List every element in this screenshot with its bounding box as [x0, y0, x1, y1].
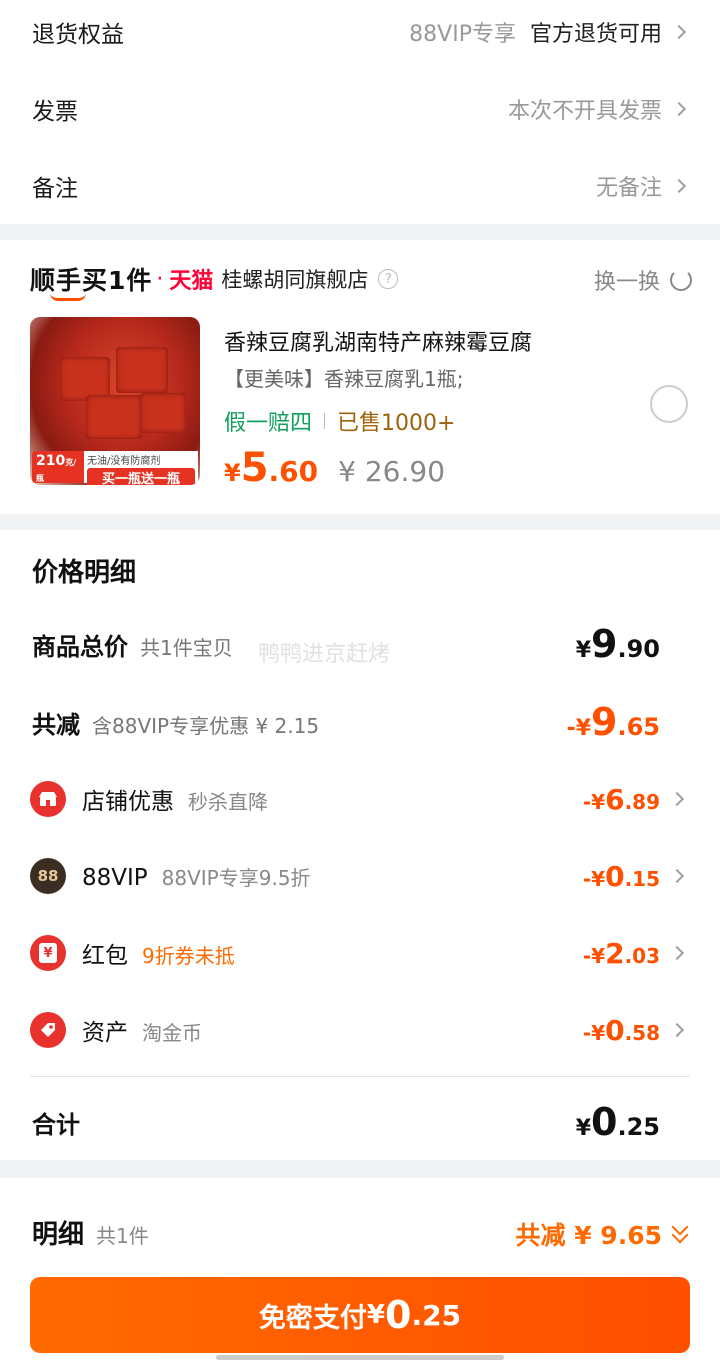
return-rights-row[interactable]: 退货权益 88VIP专享 官方退货可用 [0, 4, 720, 60]
price-detail-title: 价格明细 [32, 558, 137, 588]
price-detail-card: 价格明细 商品总价 共1件宝贝 ¥9.90 鸭鸭进京赶烤 共减 含88VIP专享优惠… [0, 530, 720, 1160]
total-discount-value: -¥ 9.65 [566, 700, 660, 744]
red-packet-label: 红包 [82, 943, 128, 969]
refresh-icon [670, 269, 692, 291]
footer-detail-title[interactable]: 明细 共1件 [32, 1214, 149, 1251]
vip-discount-row[interactable]: 88 88VIP 88VIP专享9.5折 -¥ 0.15 [0, 846, 720, 906]
swap-button[interactable]: 换一换 [594, 264, 692, 296]
invoice-value: 本次不开具发票 [507, 99, 662, 124]
chevron-right-icon [671, 24, 687, 40]
assets-row[interactable]: 资产 淘金币 -¥ 0.58 [0, 1000, 720, 1060]
note-value: 无备注 [595, 176, 662, 201]
addon-header: 顺手买1件 · 天猫 桂螺胡同旗舰店 ? [30, 260, 399, 301]
chevron-right-icon [669, 868, 685, 884]
invoice-label: 发票 [32, 99, 78, 125]
sold-count: 已售1000+ [337, 411, 456, 436]
divider [30, 1076, 690, 1077]
store-name[interactable]: 桂螺胡同旗舰店 [221, 264, 368, 294]
product-sku: 【更美味】香辣豆腐乳1瓶; [224, 367, 464, 391]
product-image[interactable]: 210克/瓶 无油/没有防腐剂 买一瓶送一瓶 [30, 317, 200, 485]
vip-discount-sub: 88VIP专享9.5折 [161, 865, 311, 890]
addon-card: 顺手买1件 · 天猫 桂螺胡同旗舰店 ? 换一换 210克/瓶 无油/没有防腐剂… [0, 240, 720, 514]
footer-savings-text: 共减 ¥ 9.65 [515, 1221, 663, 1250]
double-chevron-down-icon [671, 1218, 690, 1245]
note-label: 备注 [32, 176, 78, 202]
product-title[interactable]: 香辣豆腐乳湖南特产麻辣霉豆腐 [224, 325, 532, 357]
vip-discount-label: 88VIP [82, 864, 148, 891]
sum-row: 合计 ¥0.25 [0, 1092, 720, 1152]
red-packet-row[interactable]: ¥ 红包 9折券未抵 -¥ 2.03 [0, 923, 720, 983]
total-discount-row: 共减 含88VIP专享优惠 ¥ 2.15 -¥ 9.65 [0, 692, 720, 752]
red-packet-value: -¥ 2.03 [582, 936, 660, 970]
store-discount-value: -¥ 6.89 [582, 782, 660, 816]
assets-sub: 淘金币 [142, 1021, 202, 1045]
tmall-logo: 天猫 [169, 269, 214, 294]
sum-value: ¥0.25 [575, 1100, 660, 1144]
chevron-right-icon [669, 791, 685, 807]
vip-88-icon: 88 [30, 858, 66, 894]
chevron-right-icon [671, 178, 687, 194]
return-value: 官方退货可用 [529, 22, 662, 47]
note-row[interactable]: 备注 无备注 [0, 158, 720, 214]
vip-exclusive-text: 88VIP专享 [409, 22, 516, 47]
footer-savings-toggle[interactable]: 共减 ¥ 9.65 [516, 1216, 691, 1252]
store-discount-row[interactable]: 店铺优惠 秒杀直降 -¥ 6.89 [0, 769, 720, 829]
store-discount-sub: 秒杀直降 [188, 790, 268, 814]
product-price: ¥ 5 .60 ¥ 26.90 [224, 445, 446, 491]
swap-label: 换一换 [593, 270, 660, 295]
return-rights-label: 退货权益 [32, 22, 124, 48]
assets-value: -¥ 0.58 [582, 1013, 660, 1047]
dot-separator: · [156, 266, 164, 292]
chevron-right-icon [669, 1022, 685, 1038]
product-promo-badge: 210克/瓶 无油/没有防腐剂 买一瓶送一瓶 [32, 451, 198, 485]
store-icon [30, 781, 66, 817]
addon-brand: 顺手买1件 [30, 261, 152, 301]
invoice-row[interactable]: 发票 本次不开具发票 [0, 81, 720, 137]
coin-tag-icon [30, 1012, 66, 1048]
service-card: 退货权益 88VIP专享 官方退货可用 发票 本次不开具发票 备注 无备注 [0, 0, 720, 224]
original-price: ¥ 26.90 [338, 455, 446, 488]
addon-select-radio[interactable] [650, 385, 688, 423]
store-discount-label: 店铺优惠 [82, 789, 174, 815]
total-price-label: 商品总价 共1件宝贝 [32, 632, 233, 661]
assets-label: 资产 [82, 1020, 128, 1046]
checkout-footer: 明细 共1件 共减 ¥ 9.65 免密支付 ¥ 0 .25 [0, 1178, 720, 1364]
help-icon[interactable]: ? [378, 269, 399, 289]
guarantee-tag: 假一赔四 [224, 411, 313, 436]
chevron-right-icon [669, 945, 685, 961]
product-tags: 假一赔四 已售1000+ [224, 405, 455, 437]
pay-button[interactable]: 免密支付 ¥ 0 .25 [30, 1277, 690, 1353]
sum-label: 合计 [32, 1110, 80, 1139]
tag-divider [324, 413, 326, 429]
vip-discount-value: -¥ 0.15 [582, 859, 660, 893]
total-price-value: ¥9.90 [575, 622, 660, 666]
red-packet-icon: ¥ [30, 935, 66, 971]
watermark-text: 鸭鸭进京赶烤 [258, 642, 391, 667]
home-indicator[interactable] [216, 1355, 504, 1360]
chevron-right-icon [671, 101, 687, 117]
red-packet-sub: 9折券未抵 [142, 944, 235, 968]
total-discount-label: 共减 含88VIP专享优惠 ¥ 2.15 [32, 710, 320, 739]
